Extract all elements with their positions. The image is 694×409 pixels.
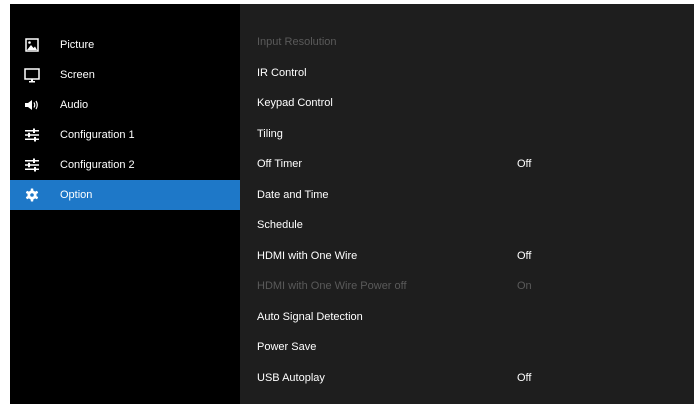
option-label: Auto Signal Detection <box>257 311 363 323</box>
sliders-icon <box>24 127 40 143</box>
audio-icon <box>24 97 40 113</box>
option-settings-panel: Input Resolution IR Control Keypad Contr… <box>240 4 694 404</box>
option-usb-autoplay[interactable]: USB Autoplay Off <box>257 363 677 393</box>
option-value: On <box>517 280 532 292</box>
screen-icon <box>24 67 40 83</box>
sidebar-item-screen[interactable]: Screen <box>10 60 240 90</box>
option-value: Off <box>517 250 532 262</box>
sidebar-item-label: Configuration 1 <box>60 129 135 141</box>
sidebar-item-option[interactable]: Option <box>10 180 240 210</box>
option-tiling[interactable]: Tiling <box>257 119 677 149</box>
option-label: Tiling <box>257 128 283 140</box>
option-label: HDMI with One Wire Power off <box>257 280 407 292</box>
option-keypad-control[interactable]: Keypad Control <box>257 88 677 118</box>
option-label: HDMI with One Wire <box>257 250 358 262</box>
osd-menu: Picture Screen Audio Configuration 1 Con… <box>10 4 694 404</box>
gear-icon <box>24 187 40 203</box>
option-label: Keypad Control <box>257 97 333 109</box>
option-ir-control[interactable]: IR Control <box>257 58 677 88</box>
option-hdmi-with-one-wire[interactable]: HDMI with One Wire Off <box>257 241 677 271</box>
sidebar-item-picture[interactable]: Picture <box>10 30 240 60</box>
sidebar-item-label: Screen <box>60 69 95 81</box>
option-label: Off Timer <box>257 158 303 170</box>
sidebar: Picture Screen Audio Configuration 1 Con… <box>10 4 240 404</box>
option-label: Power Save <box>257 341 317 353</box>
option-label: Schedule <box>257 219 303 231</box>
option-schedule[interactable]: Schedule <box>257 210 677 240</box>
option-off-timer[interactable]: Off Timer Off <box>257 149 677 179</box>
sidebar-item-label: Option <box>60 189 93 201</box>
option-label: Date and Time <box>257 189 329 201</box>
sliders-icon <box>24 157 40 173</box>
sidebar-item-configuration-2[interactable]: Configuration 2 <box>10 150 240 180</box>
sidebar-item-label: Audio <box>60 99 89 111</box>
picture-icon <box>24 37 40 53</box>
sidebar-item-label: Configuration 2 <box>60 159 135 171</box>
option-input-resolution: Input Resolution <box>257 27 677 57</box>
option-label: IR Control <box>257 67 307 79</box>
sidebar-item-configuration-1[interactable]: Configuration 1 <box>10 120 240 150</box>
option-power-save[interactable]: Power Save <box>257 332 677 362</box>
option-value: Off <box>517 158 532 170</box>
option-value: Off <box>517 372 532 384</box>
option-hdmi-with-one-wire-power-off: HDMI with One Wire Power off On <box>257 271 677 301</box>
option-date-and-time[interactable]: Date and Time <box>257 180 677 210</box>
sidebar-item-label: Picture <box>60 39 95 51</box>
option-label: USB Autoplay <box>257 372 325 384</box>
option-label: Input Resolution <box>257 36 337 48</box>
option-auto-signal-detection[interactable]: Auto Signal Detection <box>257 302 677 332</box>
sidebar-item-audio[interactable]: Audio <box>10 90 240 120</box>
